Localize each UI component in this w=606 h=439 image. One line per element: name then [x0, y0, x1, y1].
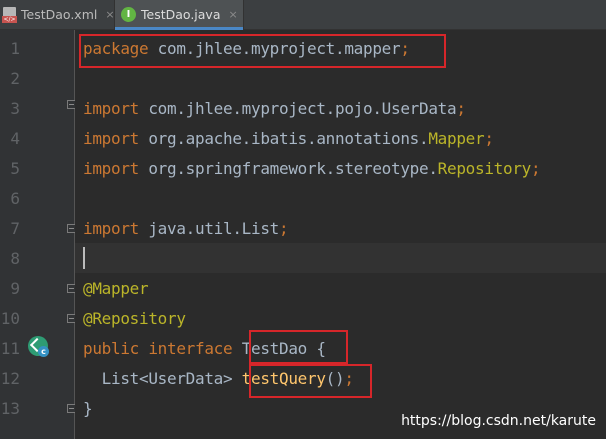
code-line-4: import org.apache.ibatis.annotations.Map… — [83, 124, 494, 154]
annotation: @Mapper — [83, 279, 149, 298]
line-number: 10 — [0, 309, 20, 328]
highlight-box-interface-name — [249, 330, 348, 364]
keyword: public — [83, 339, 139, 358]
line-number: 9 — [10, 279, 20, 298]
line-number-gutter: 1 2 3 4 5 6 7 8 9 10 11 12 13 — [0, 30, 76, 439]
code-editor[interactable]: package com.jhlee.myproject.mapper; impo… — [75, 30, 606, 439]
interface-file-icon: I — [121, 7, 136, 22]
line-number: 13 — [0, 399, 20, 418]
code-line-7: import java.util.List; — [83, 214, 289, 244]
close-icon[interactable]: × — [229, 8, 238, 21]
line-number: 4 — [10, 129, 20, 148]
code-line-9: @Mapper — [83, 274, 149, 304]
line-number: 1 — [10, 39, 20, 58]
line-number: 3 — [10, 99, 20, 118]
import-path: org.apache.ibatis.annotations. — [139, 129, 429, 148]
text-caret — [83, 247, 85, 269]
line-number: 5 — [10, 159, 20, 178]
keyword: import — [83, 159, 139, 178]
current-line-highlight — [75, 243, 606, 273]
line-number: 11 — [0, 339, 20, 358]
tab-testdao-java[interactable]: I TestDao.java × — [114, 0, 244, 30]
semicolon: ; — [279, 219, 289, 238]
keyword: import — [83, 219, 139, 238]
semicolon: ; — [456, 99, 466, 118]
import-path: java.util.List — [139, 219, 279, 238]
highlight-box-method — [249, 364, 372, 398]
implementation-icon[interactable]: c — [28, 336, 49, 357]
code-line-13: } — [83, 394, 93, 424]
brace: } — [83, 399, 93, 418]
watermark: https://blog.csdn.net/karute — [401, 413, 596, 429]
tab-label: TestDao.java — [141, 7, 221, 22]
line-number: 7 — [10, 219, 20, 238]
semicolon: ; — [531, 159, 541, 178]
import-path: com.jhlee.myproject.pojo.UserData — [139, 99, 457, 118]
xml-file-icon — [2, 7, 17, 23]
line-number: 12 — [0, 369, 20, 388]
code-line-3: import com.jhlee.myproject.pojo.UserData… — [83, 94, 466, 124]
keyword: import — [83, 129, 139, 148]
semicolon: ; — [484, 129, 494, 148]
keyword: interface — [148, 339, 233, 358]
code-line-10: @Repository — [83, 304, 186, 334]
annotation-class: Repository — [437, 159, 532, 178]
return-type: List<UserData> — [83, 369, 242, 388]
annotation-class: Mapper — [428, 129, 485, 148]
line-number: 8 — [10, 249, 20, 268]
highlight-box-package — [79, 34, 446, 68]
tab-testdao-xml[interactable]: TestDao.xml × — [0, 0, 115, 29]
code-line-5: import org.springframework.stereotype.Re… — [83, 154, 541, 184]
import-path: org.springframework.stereotype. — [139, 159, 438, 178]
line-number: 6 — [10, 189, 20, 208]
editor-tab-bar: TestDao.xml × I TestDao.java × — [0, 0, 606, 30]
line-number: 2 — [10, 69, 20, 88]
annotation: @Repository — [83, 309, 186, 328]
keyword: import — [83, 99, 139, 118]
tab-label: TestDao.xml — [21, 7, 98, 22]
class-badge-icon: c — [38, 346, 49, 357]
